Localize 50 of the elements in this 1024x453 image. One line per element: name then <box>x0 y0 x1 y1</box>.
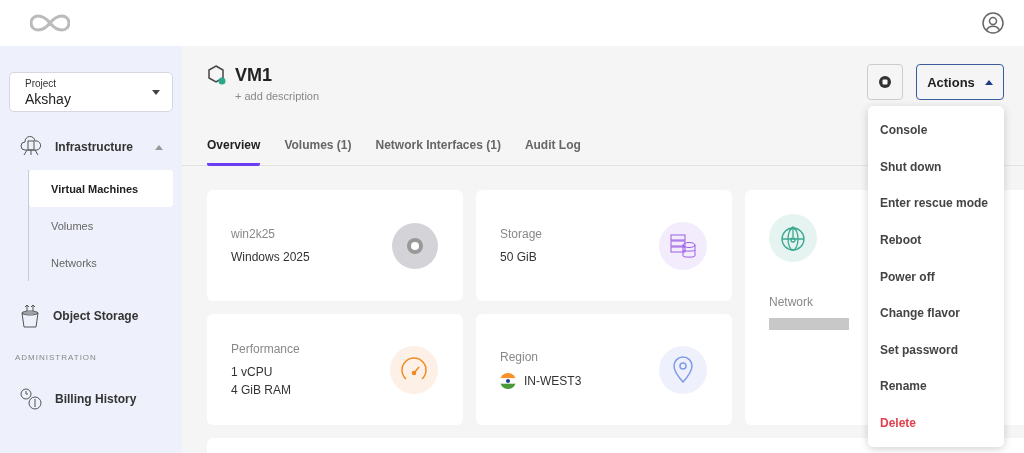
nav-item[interactable]: Billing History <box>55 392 137 406</box>
card-value: 50 GiB <box>500 250 537 264</box>
bucket-icon <box>19 303 41 329</box>
nav-item[interactable]: Object Storage <box>53 309 163 323</box>
vm-title: VM1 <box>235 64 272 86</box>
card-value: Windows 2025 <box>231 250 310 264</box>
menu-item[interactable]: Reboot <box>868 221 1004 259</box>
nav-item[interactable]: Infrastructure <box>55 140 143 154</box>
menu-item[interactable]: Enter rescue mode <box>868 185 1004 222</box>
card-label: Performance <box>231 342 300 356</box>
stop-icon <box>879 76 891 88</box>
india-flag-icon <box>500 373 516 389</box>
location-pin-icon <box>659 345 707 394</box>
card-value: 4 GiB RAM <box>231 383 291 397</box>
card-value: 1 vCPU <box>231 365 273 379</box>
caret-icon <box>984 79 993 85</box>
menu-item[interactable]: Set password <box>868 331 1004 369</box>
project-select[interactable]: Project Akshay <box>9 72 173 112</box>
tab[interactable]: Overview <box>207 138 261 166</box>
project-value: Akshay <box>25 91 71 107</box>
card-label: win2k25 <box>231 227 276 241</box>
menu-item[interactable]: Shut down <box>868 148 1004 186</box>
card-value: IN-WEST3 <box>524 374 582 388</box>
nav-subitem[interactable]: Volumes <box>29 207 173 244</box>
dropdown-caret-icon <box>152 90 160 95</box>
menu-item[interactable]: Rename <box>868 368 1004 405</box>
clock-coin-icon <box>19 387 43 411</box>
cube-status-icon <box>207 64 227 86</box>
card-label: Storage <box>500 227 543 241</box>
menu-item[interactable]: Delete <box>868 404 1004 442</box>
project-label: Project <box>25 78 58 89</box>
card-label: Region <box>500 350 539 364</box>
tab[interactable]: Network Interfaces (1) <box>375 138 501 166</box>
nav-subitem[interactable]: Networks <box>29 244 173 281</box>
tab[interactable]: Volumes (1) <box>284 138 352 166</box>
menu-item[interactable]: Power off <box>868 258 1004 295</box>
stop-button[interactable] <box>867 64 903 100</box>
infinity-logo <box>30 13 70 33</box>
card-label: Network <box>769 295 813 309</box>
storage-icon <box>659 221 707 270</box>
menu-item[interactable]: Change flavor <box>868 294 1004 332</box>
globe-icon <box>769 214 817 262</box>
nav-subitem[interactable]: Virtual Machines <box>29 170 173 207</box>
disc-icon <box>392 222 438 269</box>
actions-button[interactable]: Actions <box>916 64 1004 100</box>
tab[interactable]: Audit Log <box>524 138 581 166</box>
gauge-icon <box>390 345 438 394</box>
user-avatar-icon[interactable] <box>982 12 1004 34</box>
section-heading: ADMINISTRATION <box>15 353 98 362</box>
menu-item[interactable]: Console <box>868 112 1004 149</box>
